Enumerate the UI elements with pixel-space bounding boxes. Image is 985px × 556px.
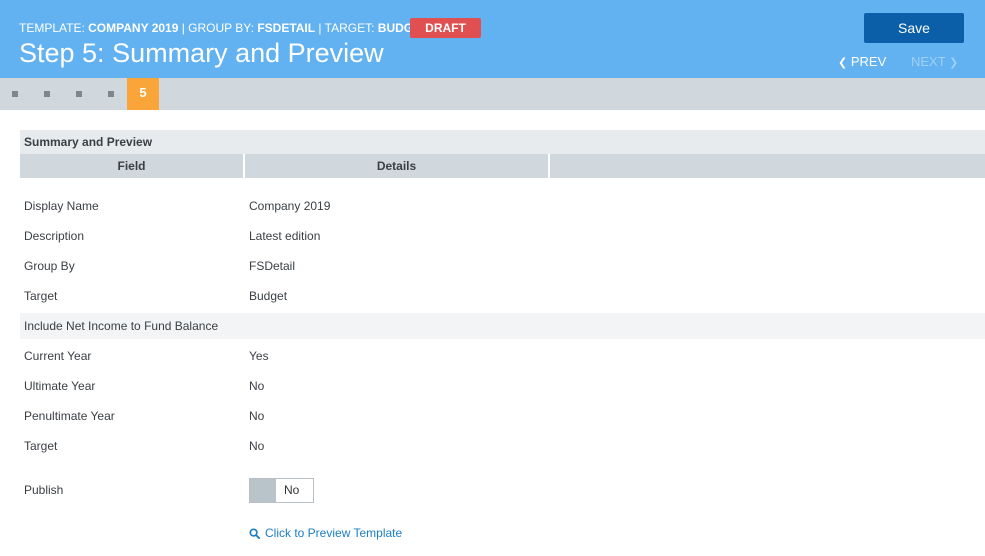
- summary-panel-title: Summary and Preview: [20, 130, 985, 154]
- field-label: Penultimate Year: [24, 409, 115, 423]
- publish-label: Publish: [24, 483, 64, 497]
- field-value: FSDetail: [249, 259, 296, 273]
- field-label: Group By: [24, 259, 75, 273]
- field-label: Target: [24, 439, 58, 453]
- field-label: Current Year: [24, 349, 92, 363]
- field-label: Ultimate Year: [24, 379, 96, 393]
- summary-section-net-income: Include Net Income to Fund Balance: [20, 313, 985, 339]
- page-title: Step 5: Summary and Preview: [19, 38, 384, 68]
- search-icon: [249, 528, 260, 539]
- group-prefix: | GROUP BY:: [178, 21, 258, 35]
- chevron-left-icon: ❮: [838, 57, 848, 69]
- prev-label: PREV: [850, 54, 887, 69]
- summary-row-display-name: Display Name Company 2019: [20, 193, 985, 219]
- next-button: NEXT ❯: [911, 54, 958, 69]
- status-badge: DRAFT: [410, 18, 481, 38]
- chevron-right-icon: ❯: [949, 57, 959, 69]
- preview-template-link[interactable]: Click to Preview Template: [249, 526, 402, 540]
- section-label: Include Net Income to Fund Balance: [24, 319, 219, 333]
- field-label: Display Name: [24, 199, 99, 213]
- summary-row-description: Description Latest edition: [20, 223, 985, 249]
- preview-link-label: Click to Preview Template: [265, 526, 403, 540]
- column-header-field: Field: [20, 154, 243, 178]
- summary-row-ultimate-year: Ultimate Year No: [20, 373, 985, 399]
- field-value: No: [249, 379, 265, 393]
- template-breadcrumb: TEMPLATE: COMPANY 2019 | GROUP BY: FSDET…: [19, 21, 428, 35]
- summary-row-current-year: Current Year Yes: [20, 343, 985, 369]
- toggle-knob: [250, 479, 276, 502]
- field-label: Target: [24, 289, 58, 303]
- save-button[interactable]: Save: [864, 13, 964, 43]
- summary-row-target: Target Budget: [20, 283, 985, 309]
- next-label: NEXT: [911, 54, 946, 69]
- step-4-marker[interactable]: [108, 91, 114, 97]
- step-progress-bar: 5: [0, 78, 985, 110]
- field-value: Latest edition: [249, 229, 321, 243]
- summary-row-group-by: Group By FSDetail: [20, 253, 985, 279]
- publish-toggle-value: No: [284, 483, 300, 497]
- column-header-empty: [550, 154, 985, 178]
- column-header-details: Details: [245, 154, 548, 178]
- target-prefix: | TARGET:: [315, 21, 378, 35]
- summary-row-penultimate-year: Penultimate Year No: [20, 403, 985, 429]
- step-1-marker[interactable]: [12, 91, 18, 97]
- field-value: No: [249, 439, 265, 453]
- publish-toggle[interactable]: No: [249, 478, 314, 503]
- step-2-marker[interactable]: [44, 91, 50, 97]
- prev-button[interactable]: ❮ PREV: [838, 54, 886, 69]
- group-value: FSDETAIL: [257, 21, 316, 35]
- step-5-current[interactable]: 5: [127, 78, 159, 110]
- field-label: Description: [24, 229, 85, 243]
- field-value: Company 2019: [249, 199, 331, 213]
- field-value: Budget: [249, 289, 288, 303]
- field-value: No: [249, 409, 265, 423]
- publish-row: Publish: [20, 477, 985, 503]
- field-value: Yes: [249, 349, 269, 363]
- page-header: TEMPLATE: COMPANY 2019 | GROUP BY: FSDET…: [0, 0, 985, 78]
- step-3-marker[interactable]: [76, 91, 82, 97]
- summary-row-target-net-income: Target No: [20, 433, 985, 459]
- template-prefix: TEMPLATE:: [19, 21, 89, 35]
- template-value: COMPANY 2019: [88, 21, 179, 35]
